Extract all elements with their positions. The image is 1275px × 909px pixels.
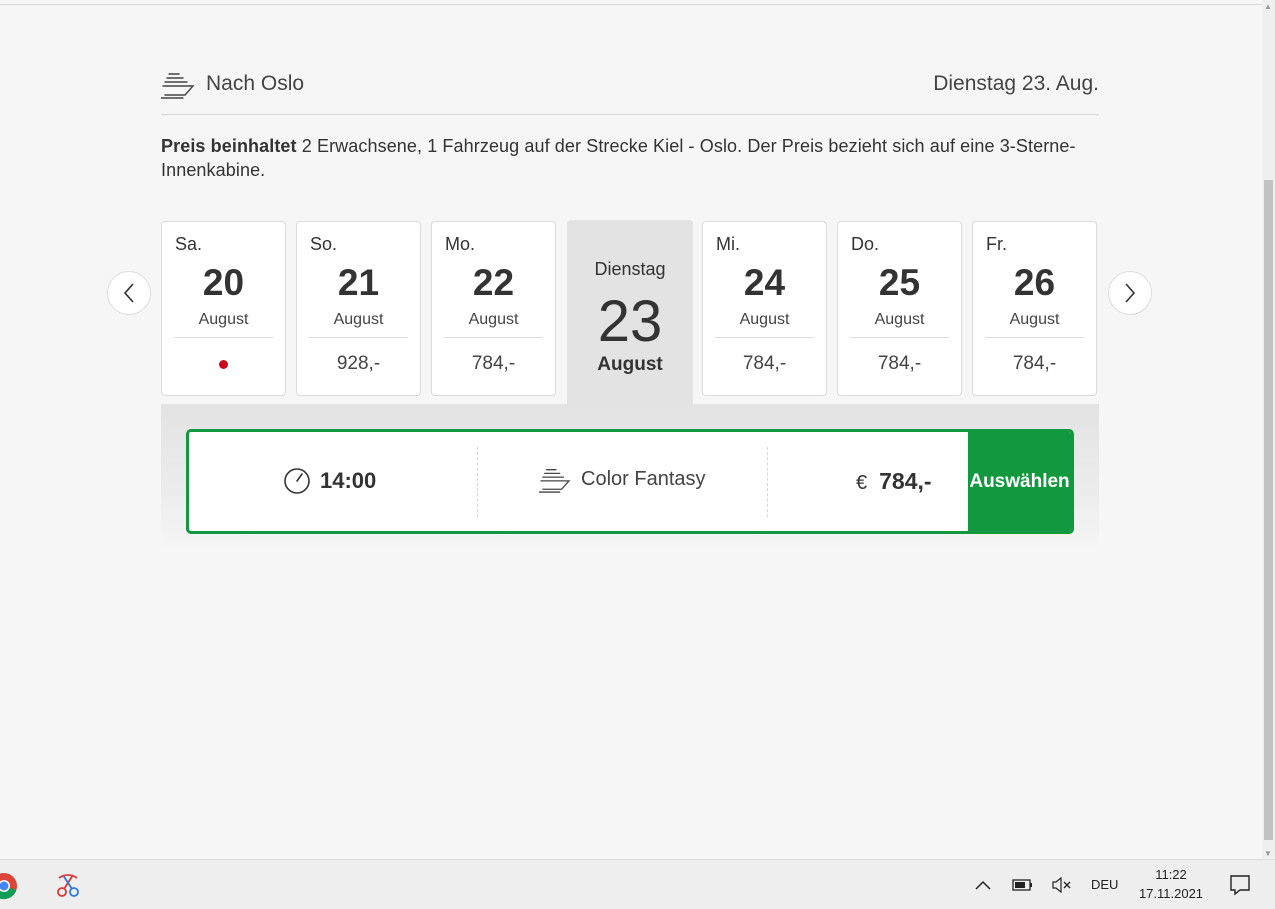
day-price: 928,- [336,353,381,374]
day-name: Fr. [986,234,1007,254]
day-card-so-21[interactable]: So. 21 August 928,- [296,221,421,396]
day-card-selected-23[interactable]: Dienstag 23 August [567,220,693,406]
currency-symbol: € [856,472,868,494]
day-month: August [333,311,384,328]
chrome-icon[interactable] [0,872,18,900]
previous-days-button[interactable] [107,271,151,315]
scrollbar-thumb[interactable] [1264,180,1273,840]
clock-date: 17.11.2021 [1138,886,1204,901]
language-indicator[interactable]: DEU [1091,877,1118,892]
day-name: Sa. [175,234,203,254]
card-divider [309,337,408,338]
departure-option[interactable]: 14:00 Color Fantasy €784,- Auswählen [186,429,1074,534]
clock-icon [284,468,310,494]
day-month: August [468,311,519,328]
taskbar: DEU 11:22 17.11.2021 [0,859,1275,909]
day-number: 25 [878,262,921,303]
selected-day-name: Dienstag [594,259,666,279]
chevron-right-icon [1125,283,1136,303]
day-number: 26 [1013,262,1056,303]
card-divider [444,337,543,338]
day-number: 21 [337,262,380,303]
day-card-sa-20[interactable]: Sa. 20 August [161,221,286,396]
scroll-down-icon[interactable]: ▼ [1264,849,1272,858]
day-name: Do. [851,234,880,254]
selected-day-number: 23 [597,289,663,354]
battery-icon[interactable] [1012,875,1034,895]
unavailable-dot-icon [219,360,228,369]
ship-cell: Color Fantasy [539,465,706,493]
volume-muted-icon[interactable] [1051,875,1073,895]
day-name: Mi. [716,234,740,254]
day-card-do-25[interactable]: Do. 25 August 784,- [837,221,962,396]
day-month: August [739,311,790,328]
day-name: So. [310,234,338,254]
chevron-left-icon [123,283,134,303]
day-month: August [1009,311,1060,328]
day-card-fr-26[interactable]: Fr. 26 August 784,- [972,221,1097,396]
ship-name: Color Fantasy [581,467,706,490]
top-divider [0,4,1262,5]
day-name: Mo. [445,234,476,254]
card-divider [715,337,814,338]
day-number: 24 [743,262,786,303]
price-info-text: 2 Erwachsene, 1 Fahrzeug auf der Strecke… [161,136,1076,180]
day-card-mi-24[interactable]: Mi. 24 August 784,- [702,221,827,396]
ship-icon [161,73,195,99]
select-button[interactable]: Auswählen [968,432,1071,531]
chevron-up-icon[interactable] [972,875,994,895]
travel-date: Dienstag 23. Aug. [933,72,1099,95]
day-number: 20 [202,262,245,303]
next-days-button[interactable] [1108,271,1152,315]
snipping-tool-icon[interactable] [53,870,83,900]
scroll-up-icon[interactable]: ▲ [1264,2,1272,11]
day-month: August [874,311,925,328]
column-divider [477,447,478,517]
card-divider [850,337,949,338]
card-divider [174,337,273,338]
departure-price: €784,- [856,468,932,495]
day-price: 784,- [471,353,516,374]
price-info: Preis beinhaltet 2 Erwachsene, 1 Fahrzeu… [161,134,1111,182]
day-price: 784,- [877,353,922,374]
column-divider [767,447,768,517]
day-number: 22 [472,262,515,303]
price-amount: 784,- [879,468,932,494]
departure-time: 14:00 [320,468,377,493]
price-info-prefix: Preis beinhaltet [161,136,297,156]
day-card-mo-22[interactable]: Mo. 22 August 784,- [431,221,556,396]
departure-time-cell: 14:00 [283,467,376,495]
day-price: 784,- [742,353,787,374]
notification-icon[interactable] [1228,873,1252,897]
day-month: August [198,311,249,328]
destination-label: Nach Oslo [206,72,305,95]
page-scrollbar[interactable]: ▲ ▼ [1262,0,1275,860]
clock[interactable]: 11:22 17.11.2021 [1136,865,1206,903]
selected-day-month: August [597,354,663,375]
clock-time: 11:22 [1155,867,1187,882]
day-price: 784,- [1012,353,1057,374]
route-header: Nach Oslo Dienstag 23. Aug. [161,66,1099,115]
ship-icon [539,469,571,493]
card-divider [985,337,1084,338]
